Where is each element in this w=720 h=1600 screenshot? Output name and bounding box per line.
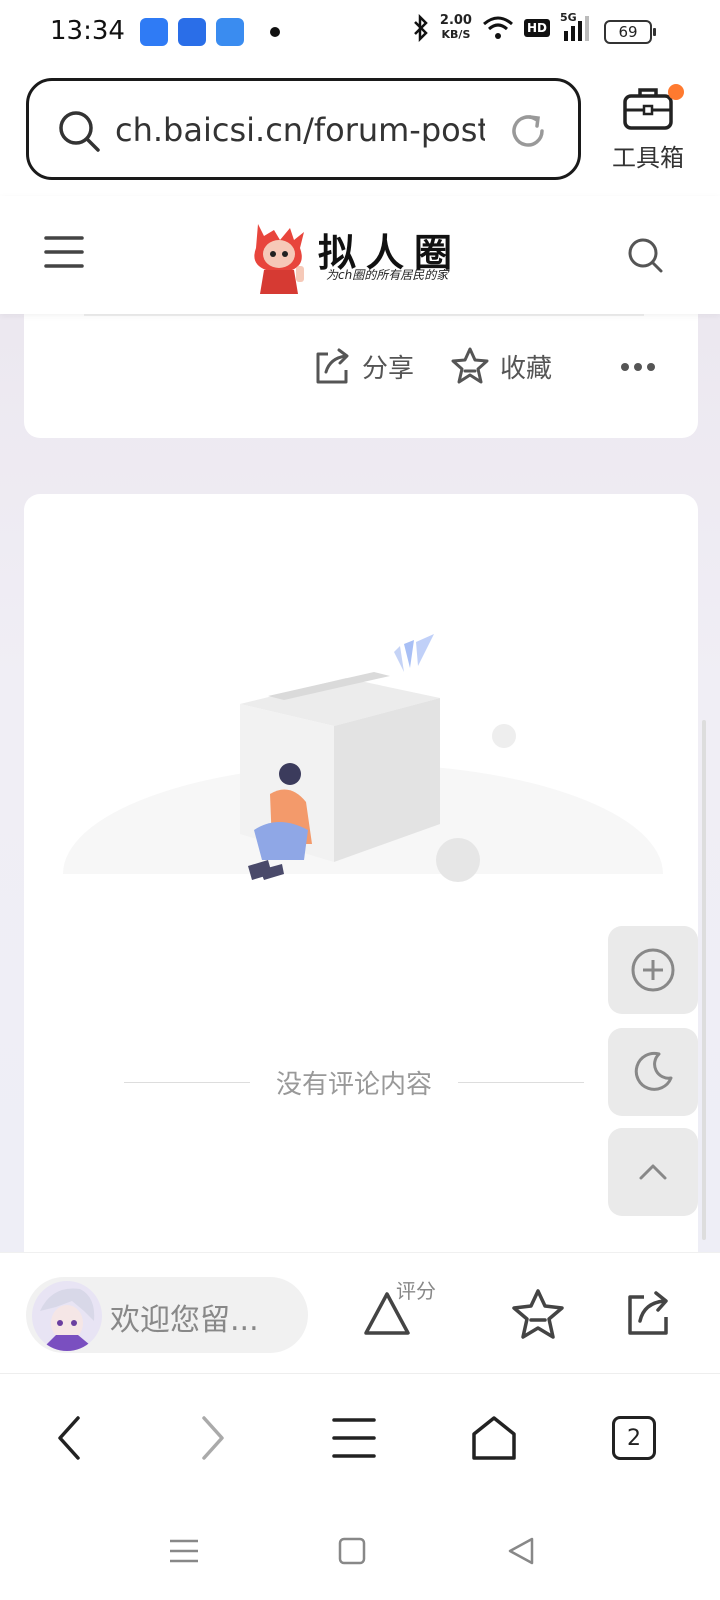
rate-label: 评分 bbox=[396, 1279, 436, 1303]
refresh-icon[interactable] bbox=[508, 111, 548, 151]
url-text[interactable]: ch.baicsi.cn/forum-post... bbox=[115, 111, 485, 149]
battery-level: 69 bbox=[618, 23, 638, 41]
home-square-icon[interactable] bbox=[334, 1533, 370, 1569]
tabs-button[interactable]: 2 bbox=[608, 1412, 660, 1464]
favorite-action[interactable]: 收藏 bbox=[450, 346, 552, 386]
site-header: 拟人圈 为ch圈的所有居民的家 bbox=[0, 196, 720, 314]
toolbox-icon bbox=[623, 88, 673, 130]
share-icon bbox=[316, 348, 349, 384]
battery-indicator: 69 bbox=[604, 20, 656, 44]
signal-bars-icon bbox=[564, 16, 589, 41]
comment-bar: 欢迎您留... 评分 bbox=[0, 1252, 720, 1372]
notification-badge bbox=[668, 84, 684, 100]
moon-icon bbox=[634, 1051, 673, 1091]
system-navigation-bar bbox=[0, 1503, 720, 1600]
bluetooth-icon bbox=[414, 14, 428, 42]
mascot-logo-icon bbox=[254, 224, 304, 294]
night-mode-button[interactable] bbox=[608, 1028, 698, 1116]
network-speed-value: 2.00 bbox=[439, 13, 472, 28]
chevron-up-icon bbox=[639, 1164, 667, 1180]
empty-comments-text: 没有评论内容 bbox=[276, 1069, 433, 1100]
zoom-in-button[interactable] bbox=[608, 926, 698, 1014]
app-notification-icon bbox=[140, 18, 168, 46]
wifi-icon bbox=[483, 16, 513, 39]
comment-input[interactable]: 欢迎您留... bbox=[26, 1277, 308, 1353]
back-button[interactable] bbox=[44, 1412, 96, 1464]
user-avatar-icon bbox=[32, 1281, 102, 1351]
chevron-left-icon bbox=[58, 1416, 80, 1460]
empty-comments: 没有评论内容 bbox=[124, 1062, 585, 1102]
address-bar[interactable]: ch.baicsi.cn/forum-post... bbox=[26, 78, 581, 180]
home-button[interactable] bbox=[468, 1412, 520, 1464]
empty-box-illustration bbox=[58, 634, 668, 934]
app-notification-icon bbox=[216, 18, 244, 46]
chevron-right-icon bbox=[202, 1416, 224, 1460]
home-icon bbox=[472, 1416, 516, 1460]
more-icon[interactable] bbox=[620, 362, 656, 372]
status-time: 13:34 bbox=[50, 16, 125, 46]
notification-dot-icon bbox=[270, 27, 280, 37]
divider bbox=[458, 1081, 585, 1083]
share-action[interactable]: 分享 bbox=[312, 346, 414, 386]
search-icon[interactable] bbox=[626, 236, 664, 274]
menu-icon bbox=[332, 1418, 376, 1458]
network-speed-unit: KB/S bbox=[441, 28, 471, 41]
browser-navigation-bar: 2 bbox=[0, 1373, 720, 1503]
divider bbox=[84, 314, 644, 316]
back-to-top-button[interactable] bbox=[608, 1128, 698, 1216]
back-triangle-icon[interactable] bbox=[502, 1533, 538, 1569]
hd-badge: HD bbox=[523, 19, 550, 37]
comment-placeholder: 欢迎您留... bbox=[110, 1303, 259, 1338]
site-subtitle: 为ch圈的所有居民的家 bbox=[326, 268, 449, 282]
scrollbar[interactable] bbox=[702, 720, 706, 1240]
status-bar: 13:34 2.00 KB/S HD 5G 69 bbox=[0, 0, 720, 64]
network-speed: 2.00 KB/S bbox=[440, 14, 472, 42]
signal-indicator: 5G bbox=[560, 11, 590, 41]
star-icon bbox=[451, 347, 489, 384]
tab-count: 2 bbox=[612, 1416, 656, 1460]
plus-circle-icon bbox=[631, 948, 675, 992]
search-icon bbox=[59, 111, 100, 152]
page-content: 分享 收藏 没有评论内容 bbox=[0, 314, 720, 1254]
app-notification-icon bbox=[178, 18, 206, 46]
divider bbox=[124, 1081, 250, 1083]
menu-icon[interactable] bbox=[44, 234, 84, 270]
menu-button[interactable] bbox=[328, 1412, 380, 1464]
share-icon[interactable] bbox=[624, 1289, 672, 1337]
post-card: 分享 收藏 bbox=[24, 314, 698, 438]
avatar bbox=[32, 1281, 102, 1351]
forward-button[interactable] bbox=[186, 1412, 238, 1464]
share-label: 分享 bbox=[362, 353, 415, 384]
comments-section: 没有评论内容 bbox=[24, 494, 698, 1254]
star-icon[interactable] bbox=[510, 1287, 566, 1341]
toolbox-label: 工具箱 bbox=[612, 144, 684, 172]
favorite-label: 收藏 bbox=[500, 353, 553, 384]
recent-apps-icon[interactable] bbox=[166, 1533, 202, 1569]
toolbox-button[interactable]: 工具箱 bbox=[608, 84, 688, 173]
